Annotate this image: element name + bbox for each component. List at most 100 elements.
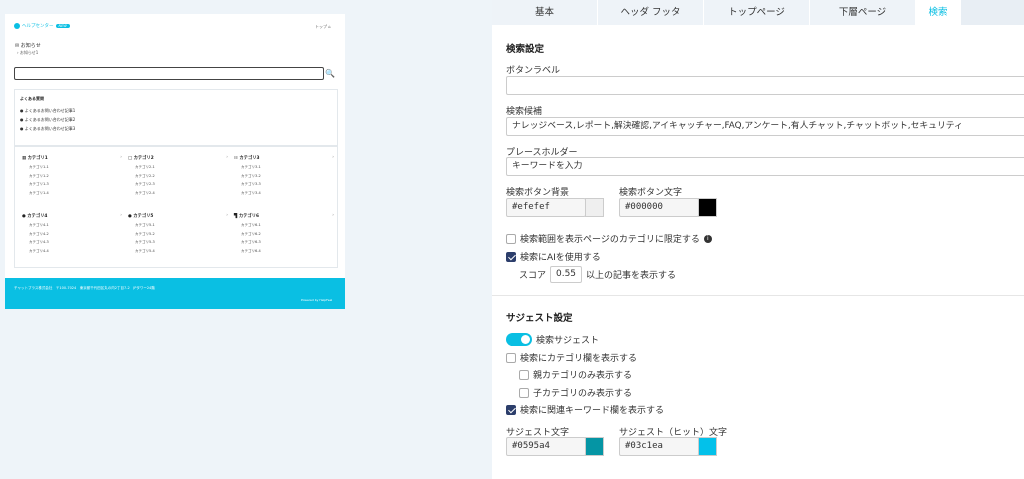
parent-only-row[interactable]: 親カテゴリのみ表示する bbox=[519, 368, 632, 381]
notice-item[interactable]: › お知らせ1 bbox=[17, 50, 38, 56]
tab-top-page[interactable]: トップページ bbox=[704, 0, 810, 25]
btn-bg-color-input[interactable]: #efefef bbox=[506, 198, 586, 217]
faq-panel: よくある質問 ● よくあるお問い合わせ記事1 ● よくあるお問い合わせ記事2 ●… bbox=[14, 89, 338, 146]
parent-only-label: 親カテゴリのみ表示する bbox=[533, 371, 633, 381]
category-sub[interactable]: カテゴリ3-3 bbox=[234, 182, 334, 191]
tab-sub-page[interactable]: 下層ページ bbox=[810, 0, 916, 25]
category-sub[interactable]: カテゴリ1-4 bbox=[22, 191, 122, 200]
category-card[interactable]: ● カテゴリ5 › カテゴリ5-1 カテゴリ5-2 カテゴリ5-3 カテゴリ5-4 bbox=[128, 213, 228, 257]
use-ai-checkbox[interactable] bbox=[506, 251, 516, 262]
related-keyword-row[interactable]: 検索に関連キーワード欄を表示する bbox=[506, 403, 664, 416]
category-sub[interactable]: カテゴリ1-3 bbox=[22, 182, 122, 191]
home-icon: ⌂ bbox=[328, 24, 331, 29]
info-icon[interactable]: i bbox=[703, 234, 712, 243]
btn-bg-label: 検索ボタン背景 bbox=[506, 188, 570, 198]
chevron-right-icon: › bbox=[17, 50, 19, 55]
preview-logo[interactable]: ヘルプセンター NEW bbox=[14, 23, 70, 29]
home-link-text: トップ bbox=[315, 24, 327, 29]
tab-bar: 基本 ヘッダ フッタ トップページ 下層ページ 検索 bbox=[492, 0, 1024, 25]
logo-text: ヘルプセンター bbox=[22, 24, 54, 29]
category-sub[interactable]: カテゴリ4-1 bbox=[22, 223, 122, 232]
category-sub[interactable]: カテゴリ5-1 bbox=[128, 223, 228, 232]
category-sub[interactable]: カテゴリ3-1 bbox=[234, 165, 334, 174]
square-icon: □ bbox=[128, 156, 133, 161]
button-label-label: ボタンラベル bbox=[506, 66, 561, 76]
logo-icon bbox=[14, 23, 20, 29]
category-sub[interactable]: カテゴリ6-4 bbox=[234, 249, 334, 258]
suggest-hit-swatch[interactable] bbox=[698, 437, 717, 456]
btn-text-swatch[interactable] bbox=[698, 198, 717, 217]
limit-category-label: 検索範囲を表示ページのカテゴリに限定する bbox=[520, 235, 700, 245]
category-sub[interactable]: カテゴリ4-4 bbox=[22, 249, 122, 258]
category-sub[interactable]: カテゴリ5-2 bbox=[128, 232, 228, 241]
category-card[interactable]: ● カテゴリ4 › カテゴリ4-1 カテゴリ4-2 カテゴリ4-3 カテゴリ4-4 bbox=[22, 213, 122, 257]
button-label-input[interactable] bbox=[506, 76, 1024, 95]
score-input[interactable]: 0.55 bbox=[550, 266, 583, 283]
use-ai-row[interactable]: 検索にAIを使用する bbox=[506, 250, 601, 263]
chevron-right-icon: › bbox=[226, 213, 228, 218]
faq-item-text: よくあるお問い合わせ記事2 bbox=[24, 117, 76, 122]
category-sub[interactable]: カテゴリ1-1 bbox=[22, 165, 122, 174]
preview-page: ヘルプセンター NEW トップ ⌂ ✉ お知らせ › お知らせ1 🔍 よくある質… bbox=[5, 14, 345, 309]
logo-badge: NEW bbox=[55, 24, 70, 28]
related-keyword-checkbox[interactable] bbox=[506, 404, 516, 415]
category-sub[interactable]: カテゴリ3-2 bbox=[234, 174, 334, 183]
category-title: カテゴリ4 bbox=[27, 214, 48, 219]
category-sub[interactable]: カテゴリ4-3 bbox=[22, 240, 122, 249]
limit-category-checkbox[interactable] bbox=[506, 233, 516, 244]
preview-search-input[interactable] bbox=[14, 67, 324, 80]
category-sub[interactable]: カテゴリ4-2 bbox=[22, 232, 122, 241]
category-card[interactable]: ▜ カテゴリ6 › カテゴリ6-1 カテゴリ6-2 カテゴリ6-3 カテゴリ6-4 bbox=[234, 213, 334, 257]
category-sub[interactable]: カテゴリ5-4 bbox=[128, 249, 228, 258]
show-category-checkbox[interactable] bbox=[506, 352, 516, 363]
limit-category-row[interactable]: 検索範囲を表示ページのカテゴリに限定する i bbox=[506, 232, 712, 245]
parent-only-checkbox[interactable] bbox=[519, 369, 529, 380]
btn-text-color-input[interactable]: #000000 bbox=[619, 198, 699, 217]
tab-search[interactable]: 検索 bbox=[916, 0, 961, 25]
show-category-row[interactable]: 検索にカテゴリ欄を表示する bbox=[506, 351, 637, 364]
category-sub[interactable]: カテゴリ2-4 bbox=[128, 191, 228, 200]
search-suggest-row[interactable]: 検索サジェスト bbox=[506, 333, 599, 346]
tab-basic[interactable]: 基本 bbox=[492, 0, 598, 25]
child-only-label: 子カテゴリのみ表示する bbox=[533, 389, 633, 399]
suggest-settings-title: サジェスト設定 bbox=[506, 313, 573, 324]
category-sub[interactable]: カテゴリ2-2 bbox=[128, 174, 228, 183]
child-only-row[interactable]: 子カテゴリのみ表示する bbox=[519, 386, 632, 399]
suggest-hit-color-input[interactable]: #03c1ea bbox=[619, 437, 699, 456]
score-prefix: スコア bbox=[519, 271, 547, 281]
category-card[interactable]: □ カテゴリ2 › カテゴリ2-1 カテゴリ2-2 カテゴリ2-3 カテゴリ2-4 bbox=[128, 155, 228, 199]
category-grid: ▦ カテゴリ1 › カテゴリ1-1 カテゴリ1-2 カテゴリ1-3 カテゴリ1-4… bbox=[14, 146, 338, 268]
category-sub[interactable]: カテゴリ6-3 bbox=[234, 240, 334, 249]
tab-header-footer[interactable]: ヘッダ フッタ bbox=[598, 0, 704, 25]
candidates-input[interactable]: ナレッジベース,レポート,解決確認,アイキャッチャー,FAQ,アンケート,有人チ… bbox=[506, 117, 1024, 136]
hand-icon: ● bbox=[22, 214, 26, 219]
mail-icon: ✉ bbox=[15, 43, 20, 49]
preview-home-link[interactable]: トップ ⌂ bbox=[315, 24, 331, 30]
category-sub[interactable]: カテゴリ6-2 bbox=[234, 232, 334, 241]
section-divider bbox=[492, 295, 1024, 296]
category-sub[interactable]: カテゴリ2-1 bbox=[128, 165, 228, 174]
category-sub[interactable]: カテゴリ5-3 bbox=[128, 240, 228, 249]
search-icon[interactable]: 🔍 bbox=[324, 67, 336, 80]
child-only-checkbox[interactable] bbox=[519, 387, 529, 398]
category-sub[interactable]: カテゴリ2-3 bbox=[128, 182, 228, 191]
preview-pane: ヘルプセンター NEW トップ ⌂ ✉ お知らせ › お知らせ1 🔍 よくある質… bbox=[0, 0, 492, 479]
chevron-right-icon: › bbox=[120, 213, 122, 218]
category-sub[interactable]: カテゴリ1-2 bbox=[22, 174, 122, 183]
faq-item[interactable]: ● よくあるお問い合わせ記事2 bbox=[20, 117, 75, 123]
category-sub[interactable]: カテゴリ6-1 bbox=[234, 223, 334, 232]
category-sub[interactable]: カテゴリ3-4 bbox=[234, 191, 334, 200]
placeholder-input[interactable]: キーワードを入力 bbox=[506, 157, 1024, 176]
suggest-text-swatch[interactable] bbox=[585, 437, 604, 456]
search-suggest-toggle[interactable] bbox=[506, 333, 532, 346]
notice-title-text: お知らせ bbox=[20, 43, 41, 49]
category-card[interactable]: ▦ カテゴリ1 › カテゴリ1-1 カテゴリ1-2 カテゴリ1-3 カテゴリ1-4 bbox=[22, 155, 122, 199]
preview-header: ヘルプセンター NEW トップ ⌂ bbox=[5, 14, 345, 38]
suggest-text-color-input[interactable]: #0595a4 bbox=[506, 437, 586, 456]
comment-icon: ● bbox=[20, 126, 24, 131]
faq-item[interactable]: ● よくあるお問い合わせ記事1 bbox=[20, 108, 75, 114]
btn-bg-swatch[interactable] bbox=[585, 198, 604, 217]
category-card[interactable]: ☷ カテゴリ3 › カテゴリ3-1 カテゴリ3-2 カテゴリ3-3 カテゴリ3-4 bbox=[234, 155, 334, 199]
comment-icon: ● bbox=[20, 117, 24, 122]
faq-item[interactable]: ● よくあるお問い合わせ記事3 bbox=[20, 126, 75, 132]
